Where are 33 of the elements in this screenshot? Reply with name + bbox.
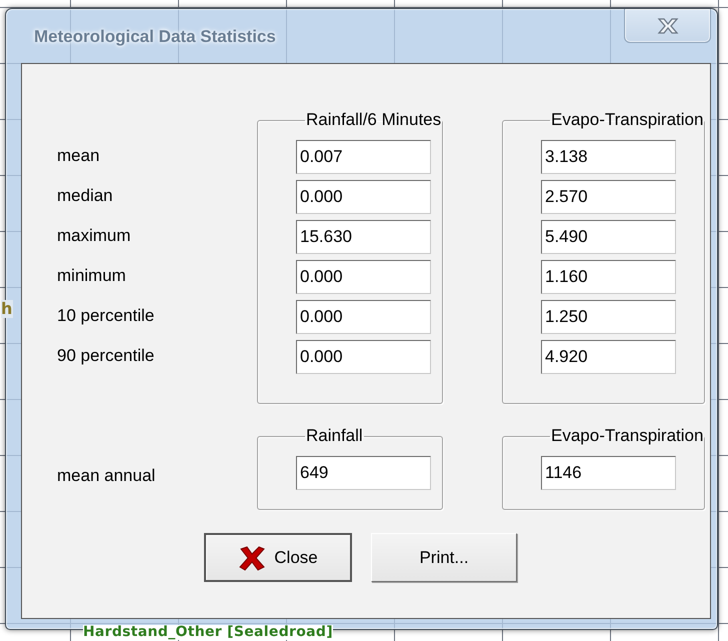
diagram-label: h: [1, 300, 13, 318]
close-button[interactable]: [624, 9, 711, 43]
value-field[interactable]: 15.630: [296, 220, 431, 254]
row-label: minimum: [57, 265, 127, 287]
value-field[interactable]: 3.138: [541, 140, 676, 174]
row-label: maximum: [57, 225, 132, 247]
value-field[interactable]: 4.920: [541, 340, 676, 374]
diagram-label: Hardstand_Other [Sealedroad]: [83, 625, 333, 640]
value-field[interactable]: 0.000: [296, 180, 431, 214]
group-title: Rainfall/6 Minutes: [305, 110, 442, 130]
group-title: Rainfall: [305, 426, 364, 446]
value-field[interactable]: 1146: [541, 456, 676, 490]
value-field[interactable]: 1.160: [541, 260, 676, 294]
row-label: 90 percentile: [57, 345, 156, 367]
value-field[interactable]: 0.007: [296, 140, 431, 174]
group-title: Evapo-Transpiration: [550, 110, 704, 130]
value-field[interactable]: 1.250: [541, 300, 676, 334]
print-button[interactable]: Print...: [371, 533, 517, 582]
row-label: median: [57, 185, 114, 207]
value-field[interactable]: 0.000: [296, 260, 431, 294]
row-label: mean annual: [57, 465, 156, 487]
close-button[interactable]: Close: [204, 533, 352, 582]
value-field[interactable]: 0.000: [296, 300, 431, 334]
window-title: Meteorological Data Statistics: [34, 27, 276, 47]
value-field[interactable]: 0.000: [296, 340, 431, 374]
row-label: 10 percentile: [57, 305, 156, 327]
value-field[interactable]: 2.570: [541, 180, 676, 214]
group-title: Evapo-Transpiration: [550, 426, 704, 446]
row-label: mean: [57, 145, 101, 167]
close-icon: [656, 18, 678, 34]
value-field[interactable]: 5.490: [541, 220, 676, 254]
value-field[interactable]: 649: [296, 456, 431, 490]
cross-icon: [238, 544, 266, 570]
